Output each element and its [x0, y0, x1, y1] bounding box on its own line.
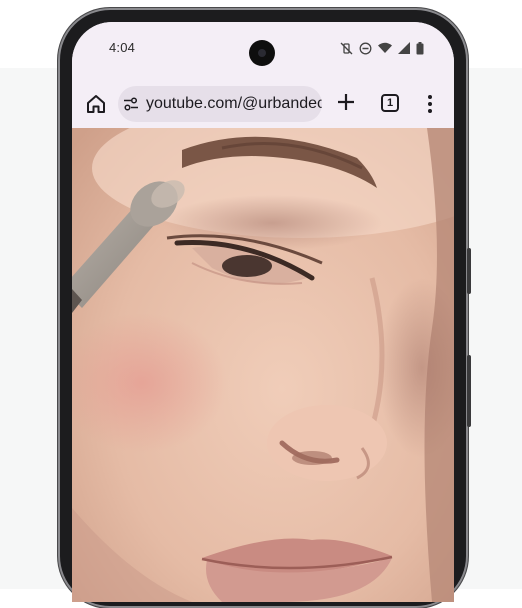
vibrate-off-icon	[340, 42, 353, 55]
do-not-disturb-icon	[359, 42, 372, 55]
front-camera	[249, 40, 275, 66]
address-bar[interactable]: youtube.com/@urbandeca	[118, 86, 322, 122]
volume-button	[467, 355, 471, 427]
plus-icon[interactable]	[335, 91, 357, 113]
status-icons	[340, 40, 424, 56]
cell-signal-icon	[398, 42, 410, 54]
iris	[222, 255, 272, 277]
home-icon[interactable]	[85, 93, 107, 115]
status-time: 4:04	[109, 40, 136, 55]
phone-screen: 4:04 youtube.com/@urbandeca 1	[72, 22, 454, 602]
nostril-shadow	[292, 451, 332, 465]
more-vert-icon[interactable]	[425, 93, 435, 115]
browser-toolbar: youtube.com/@urbandeca 1	[72, 80, 454, 128]
battery-icon	[416, 41, 424, 55]
power-button	[467, 248, 471, 294]
video-frame[interactable]	[72, 128, 454, 602]
wifi-icon	[378, 42, 392, 54]
tab-switcher-button[interactable]: 1	[381, 94, 399, 112]
tune-icon[interactable]	[123, 96, 139, 112]
status-bar: 4:04	[72, 22, 454, 80]
url-text[interactable]: youtube.com/@urbandeca	[146, 95, 322, 113]
